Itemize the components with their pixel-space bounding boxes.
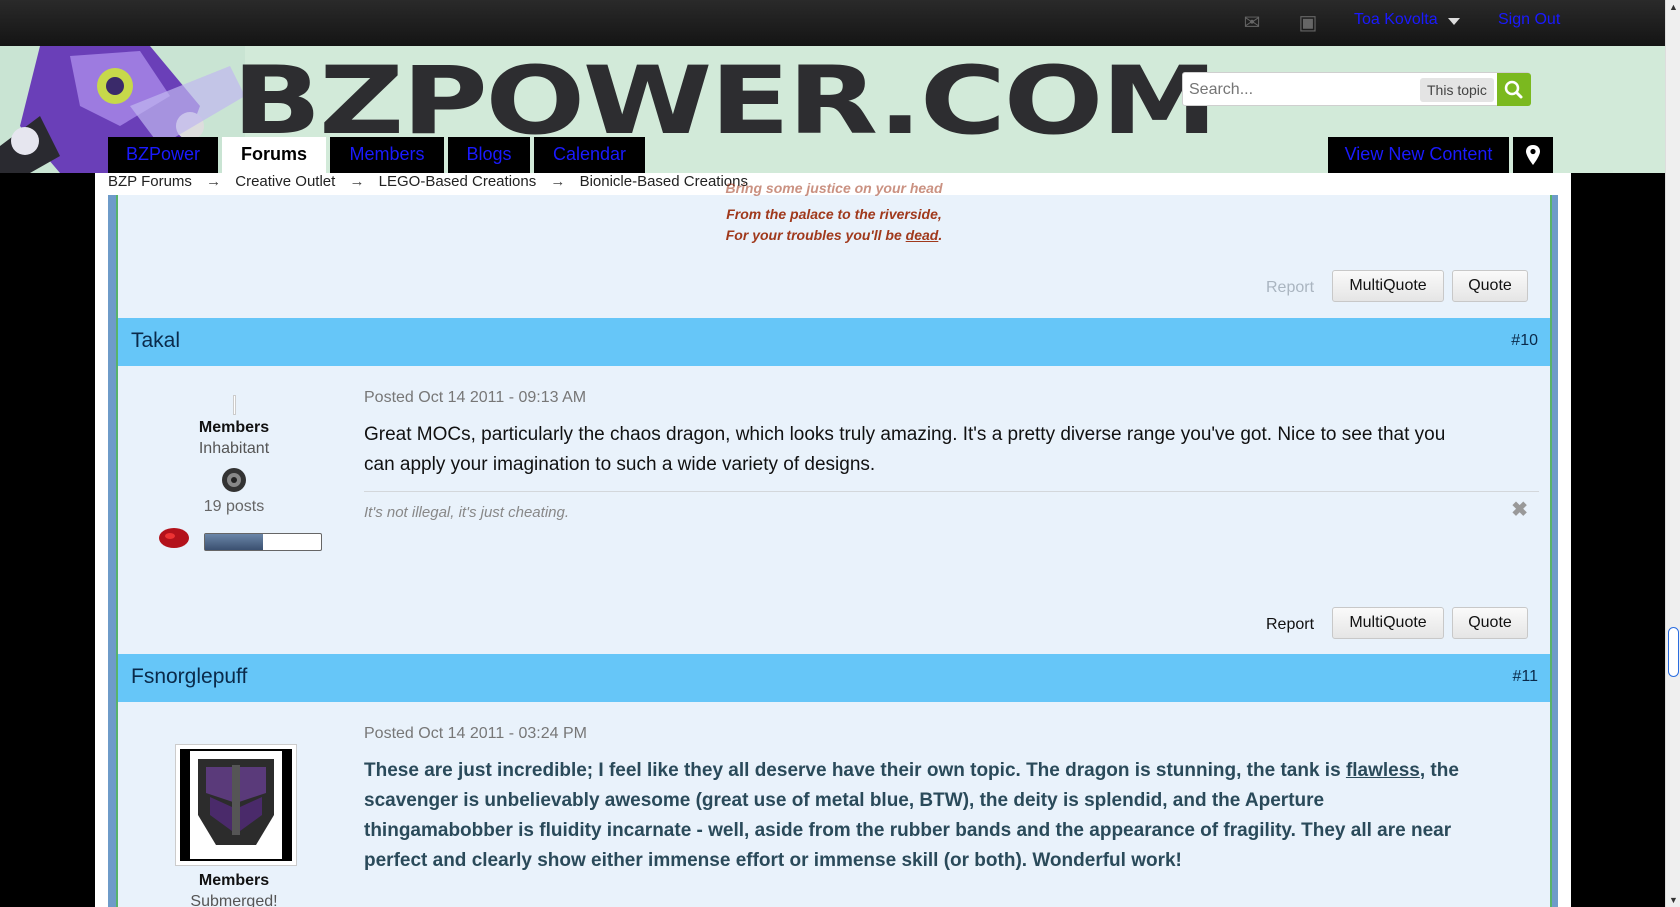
post-header: Fsnorglepuff #11 bbox=[118, 654, 1550, 702]
username-link[interactable]: Toa Kovolta bbox=[1354, 11, 1438, 29]
chevron-down-icon[interactable] bbox=[1448, 18, 1460, 25]
sign-out-link[interactable]: Sign Out bbox=[1498, 11, 1560, 29]
search-button[interactable] bbox=[1497, 73, 1531, 106]
avatar[interactable] bbox=[175, 744, 297, 866]
page-scrollbar[interactable]: ▲ ▼ bbox=[1665, 0, 1680, 907]
tab-bzpower[interactable]: BZPower bbox=[108, 137, 218, 173]
scroll-down-arrow-icon[interactable]: ▼ bbox=[1669, 895, 1678, 905]
post-date: Posted Oct 14 2011 - 03:24 PM bbox=[364, 725, 587, 742]
report-link[interactable]: Report bbox=[1266, 279, 1314, 297]
search-scope-button[interactable]: This topic bbox=[1420, 78, 1494, 102]
author-info: Members Submerged! bbox=[118, 872, 350, 907]
messenger-icon[interactable]: ✉ bbox=[1240, 12, 1264, 34]
member-group: Members bbox=[198, 872, 270, 889]
scroll-up-arrow-icon[interactable]: ▲ bbox=[1669, 2, 1678, 12]
kanohi-mask-icon bbox=[159, 528, 189, 548]
signature-end: . bbox=[938, 227, 943, 243]
signature-link[interactable]: dead bbox=[906, 227, 939, 243]
search-icon bbox=[1504, 80, 1523, 99]
signature-text: For your troubles you'll be bbox=[725, 227, 902, 243]
rank-badge-icon bbox=[222, 468, 246, 492]
user-bar: ✉ ▣ Toa Kovolta Sign Out bbox=[0, 0, 1665, 46]
report-link[interactable]: Report bbox=[1266, 616, 1314, 634]
posts-container: Bring some justice on your head From the… bbox=[108, 180, 1558, 907]
signature-divider bbox=[364, 491, 1539, 492]
quote-button[interactable]: Quote bbox=[1452, 270, 1528, 302]
search-box: This topic bbox=[1182, 72, 1530, 106]
reputation-bar-fill bbox=[205, 534, 263, 550]
member-rank: Inhabitant bbox=[198, 440, 270, 457]
post-signature: It's not illegal, it's just cheating. bbox=[364, 504, 569, 521]
signature-line: For your troubles you'll be dead. bbox=[118, 227, 1550, 243]
multiquote-button[interactable]: MultiQuote bbox=[1332, 270, 1444, 302]
posts-list: Bring some justice on your head From the… bbox=[116, 180, 1552, 907]
post-header: Takal #10 bbox=[118, 318, 1550, 366]
post-count[interactable]: 19 posts bbox=[118, 498, 350, 516]
post-body-text: These are just incredible; I feel like t… bbox=[364, 760, 1346, 781]
signature-line: Bring some justice on your head bbox=[725, 180, 943, 196]
member-group: Members bbox=[198, 419, 270, 436]
view-new-content-button[interactable]: View New Content bbox=[1328, 137, 1509, 173]
post-date: Posted Oct 14 2011 - 09:13 AM bbox=[364, 389, 587, 406]
post-body-link[interactable]: flawless bbox=[1346, 760, 1420, 781]
map-pin-icon bbox=[1526, 145, 1540, 165]
post-body: These are just incredible; I feel like t… bbox=[364, 756, 1464, 876]
post-body: Great MOCs, particularly the chaos drago… bbox=[364, 424, 1446, 475]
signature-line: From the palace to the riverside, bbox=[726, 206, 942, 222]
post-author[interactable]: Takal bbox=[131, 329, 180, 353]
member-rank: Submerged! bbox=[190, 893, 278, 907]
multiquote-button[interactable]: MultiQuote bbox=[1332, 607, 1444, 639]
post-number[interactable]: #11 bbox=[1512, 668, 1538, 686]
tab-calendar[interactable]: Calendar bbox=[534, 137, 645, 173]
tab-blogs[interactable]: Blogs bbox=[448, 137, 530, 173]
close-icon[interactable]: ✖ bbox=[1511, 497, 1528, 522]
tab-members[interactable]: Members bbox=[330, 137, 444, 173]
avatar[interactable] bbox=[232, 395, 236, 415]
search-input[interactable] bbox=[1189, 79, 1409, 101]
reputation-bar bbox=[204, 533, 322, 551]
scrollbar-thumb[interactable] bbox=[1668, 627, 1679, 677]
post-author[interactable]: Fsnorglepuff bbox=[131, 665, 247, 689]
tab-forums[interactable]: Forums bbox=[222, 137, 326, 173]
author-info: Members Inhabitant 19 posts bbox=[118, 395, 350, 551]
main-content: BZP Forums → Creative Outlet → LEGO-Base… bbox=[95, 173, 1571, 907]
post-number[interactable]: #10 bbox=[1511, 332, 1538, 350]
avatar-image bbox=[180, 749, 292, 861]
quote-button[interactable]: Quote bbox=[1452, 607, 1528, 639]
location-button[interactable] bbox=[1513, 137, 1553, 173]
notifications-icon[interactable]: ▣ bbox=[1296, 12, 1320, 34]
